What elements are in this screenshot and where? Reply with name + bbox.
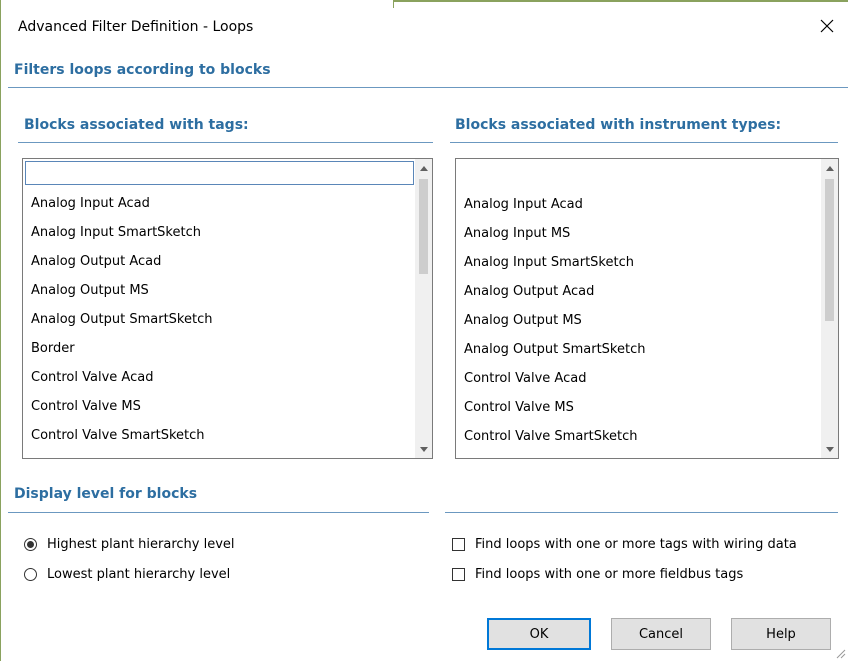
close-icon xyxy=(820,19,834,33)
tags-list-scrollbar[interactable] xyxy=(415,159,432,458)
list-item[interactable]: Border xyxy=(31,334,75,363)
instrument-heading: Blocks associated with instrument types: xyxy=(455,117,782,133)
cancel-button[interactable]: Cancel xyxy=(611,618,711,650)
options-rule xyxy=(445,512,838,513)
instrument-listbox[interactable]: Analog Input Acad Analog Input MS Analog… xyxy=(455,158,839,459)
advanced-filter-dialog: Advanced Filter Definition - Loops Filte… xyxy=(0,0,848,661)
scroll-thumb[interactable] xyxy=(825,179,834,321)
filters-heading: Filters loops according to blocks xyxy=(14,62,271,78)
scroll-thumb[interactable] xyxy=(419,179,428,274)
list-item[interactable]: Control Valve SmartSketch xyxy=(464,422,638,451)
list-item[interactable]: Control Valve Acad xyxy=(31,363,153,392)
scroll-down-icon xyxy=(825,446,834,452)
list-item[interactable]: Analog Output Acad xyxy=(464,277,594,306)
help-button[interactable]: Help xyxy=(731,618,831,650)
instrument-list-scrollbar[interactable] xyxy=(821,159,838,458)
fieldbus-label: Find loops with one or more fieldbus tag… xyxy=(475,567,744,582)
list-item[interactable]: Analog Output Acad xyxy=(31,247,161,276)
tags-heading: Blocks associated with tags: xyxy=(24,117,249,133)
radio-highest-level[interactable]: Highest plant hierarchy level xyxy=(24,537,235,552)
wiring-data-checkbox[interactable] xyxy=(452,538,465,551)
list-item[interactable]: Analog Input SmartSketch xyxy=(31,218,201,247)
wiring-data-option[interactable]: Find loops with one or more tags with wi… xyxy=(452,537,797,552)
tags-list-content: Analog Input Acad Analog Input SmartSket… xyxy=(23,159,415,458)
instrument-list-content: Analog Input Acad Analog Input MS Analog… xyxy=(456,159,821,458)
list-item[interactable]: Control Valve Acad xyxy=(464,364,586,393)
list-item[interactable]: Control Valve MS xyxy=(464,393,574,422)
list-item[interactable]: Analog Input Acad xyxy=(31,189,150,218)
list-item[interactable]: Analog Output SmartSketch xyxy=(31,305,212,334)
list-item[interactable]: Analog Output SmartSketch xyxy=(464,335,645,364)
tags-heading-rule xyxy=(18,142,433,143)
display-level-heading: Display level for blocks xyxy=(14,486,198,502)
radio-highest-label: Highest plant hierarchy level xyxy=(47,537,235,552)
scroll-down-icon xyxy=(419,446,428,452)
instrument-heading-rule xyxy=(450,142,838,143)
dialog-title: Advanced Filter Definition - Loops xyxy=(18,19,254,35)
tags-list-edit-field[interactable] xyxy=(25,161,414,185)
list-item[interactable]: Analog Output MS xyxy=(31,276,149,305)
scroll-up-button[interactable] xyxy=(415,159,432,176)
scroll-up-button[interactable] xyxy=(821,159,838,176)
close-button[interactable] xyxy=(812,11,842,41)
scroll-up-icon xyxy=(419,165,428,171)
ok-button[interactable]: OK xyxy=(487,618,591,650)
scroll-down-button[interactable] xyxy=(821,441,838,458)
title-bar[interactable]: Advanced Filter Definition - Loops xyxy=(1,0,848,56)
list-item[interactable]: Analog Input Acad xyxy=(464,190,583,219)
radio-lowest-indicator[interactable] xyxy=(24,568,37,581)
list-item[interactable]: Control Valve SmartSketch xyxy=(31,421,205,450)
window-edge xyxy=(0,0,1,661)
list-item[interactable]: Control Valve MS xyxy=(31,392,141,421)
list-item[interactable]: Analog Input SmartSketch xyxy=(464,248,634,277)
fieldbus-option[interactable]: Find loops with one or more fieldbus tag… xyxy=(452,567,743,582)
list-item[interactable]: Analog Input MS xyxy=(464,219,570,248)
list-item[interactable]: Analog Output MS xyxy=(464,306,582,335)
radio-lowest-level[interactable]: Lowest plant hierarchy level xyxy=(24,567,230,582)
fieldbus-checkbox[interactable] xyxy=(452,568,465,581)
display-level-rule xyxy=(8,512,429,513)
resize-grip-icon[interactable] xyxy=(834,647,846,659)
radio-lowest-label: Lowest plant hierarchy level xyxy=(47,567,231,582)
scroll-down-button[interactable] xyxy=(415,441,432,458)
scroll-up-icon xyxy=(825,165,834,171)
list-item-partial xyxy=(31,450,35,458)
wiring-data-label: Find loops with one or more tags with wi… xyxy=(475,537,797,552)
filters-heading-rule xyxy=(8,87,848,88)
tags-listbox[interactable]: Analog Input Acad Analog Input SmartSket… xyxy=(22,158,433,459)
radio-highest-indicator[interactable] xyxy=(24,538,37,551)
